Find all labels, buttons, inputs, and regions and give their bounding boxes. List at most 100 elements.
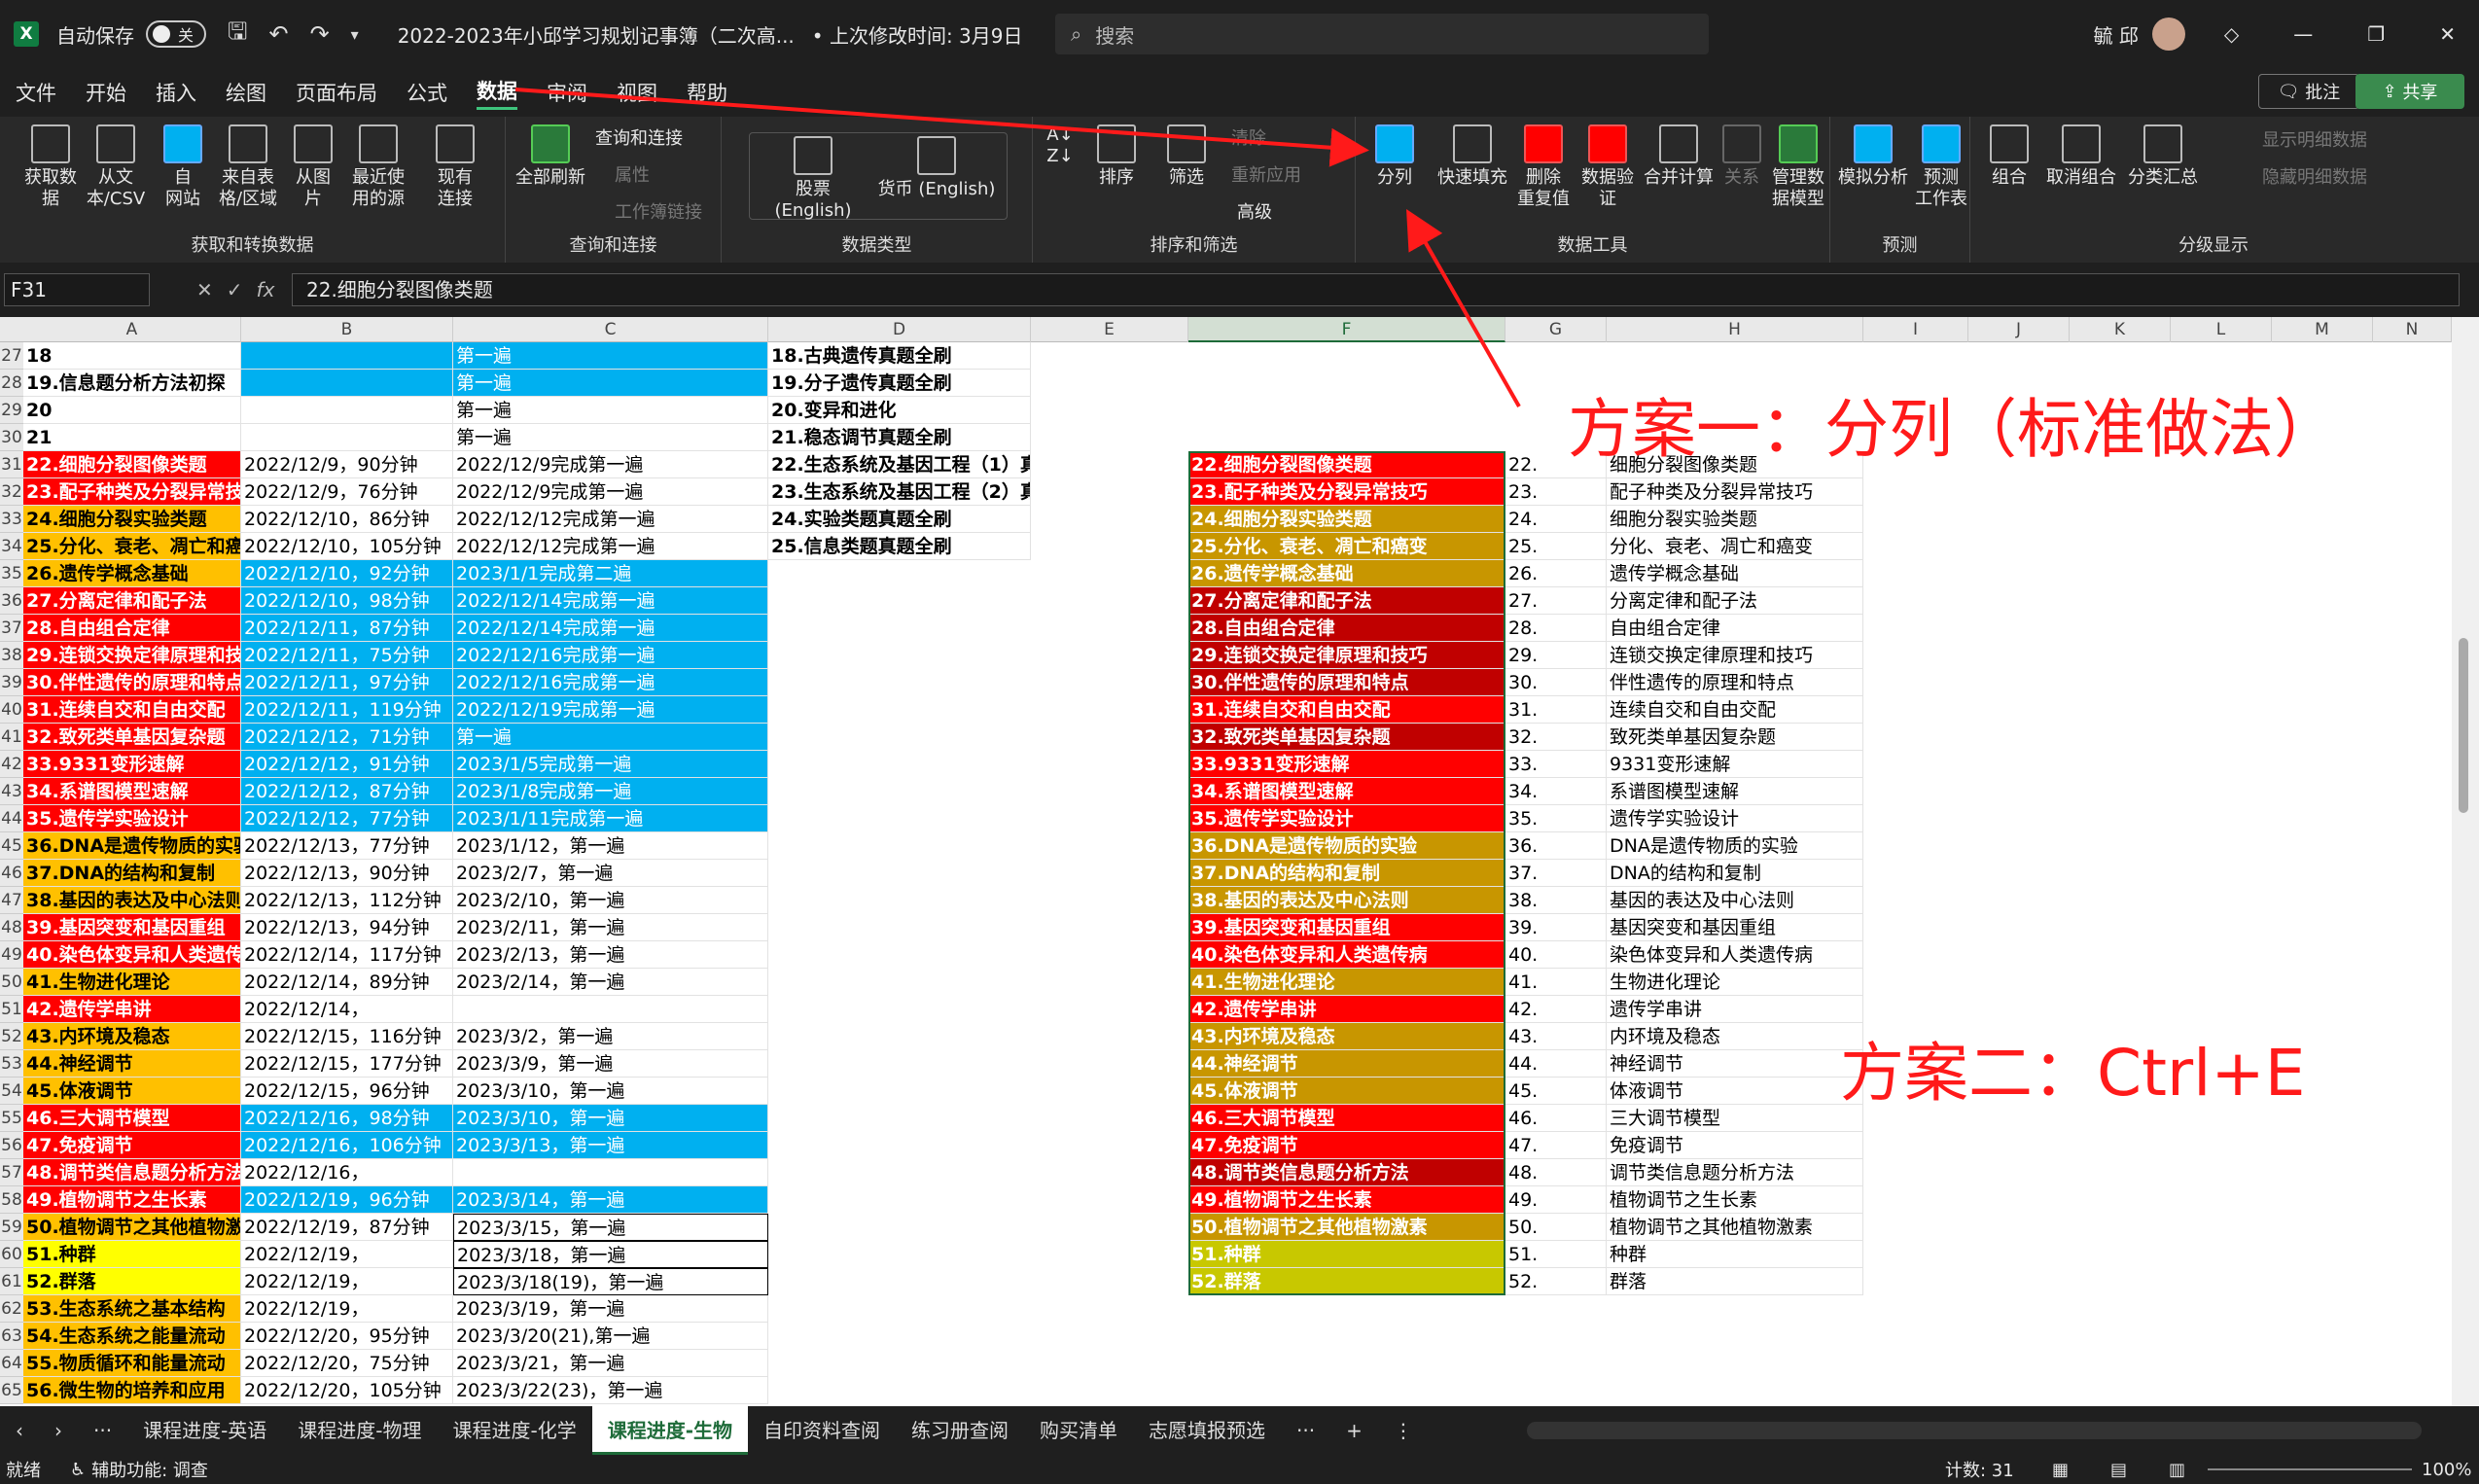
cell-F33[interactable]: 24.细胞分裂实验类题 (1188, 506, 1505, 533)
cell-H42[interactable]: 9331变形速解 (1607, 751, 1863, 778)
cell-G51[interactable]: 42. (1505, 996, 1607, 1023)
row-header[interactable]: 55 (0, 1105, 23, 1132)
row-header[interactable]: 31 (0, 451, 23, 478)
cell-H61[interactable]: 群落 (1607, 1268, 1863, 1295)
text-to-columns-button[interactable]: 分列 (1365, 124, 1424, 189)
column-header-G[interactable]: G (1505, 317, 1607, 342)
row-header[interactable]: 46 (0, 860, 23, 887)
cell-B63[interactable]: 2022/12/20，95分钟 (241, 1323, 453, 1350)
cell-A29[interactable]: 20 (23, 397, 241, 424)
accessibility-icon[interactable]: ♿ (70, 1460, 86, 1480)
filter-button[interactable]: 筛选 (1157, 124, 1216, 189)
workbook-links-button[interactable]: 工作簿链接 (615, 198, 702, 224)
cell-C63[interactable]: 2023/3/20(21),第一遍 (453, 1323, 768, 1350)
column-header-D[interactable]: D (768, 317, 1031, 342)
cell-F35[interactable]: 26.遗传学概念基础 (1188, 560, 1505, 587)
forecast-sheet-button[interactable]: 预测 工作表 (1912, 124, 1970, 210)
cell-G41[interactable]: 32. (1505, 724, 1607, 751)
row-header[interactable]: 29 (0, 397, 23, 424)
row-header[interactable]: 53 (0, 1050, 23, 1078)
cell-C48[interactable]: 2023/2/11，第一遍 (453, 914, 768, 941)
cell-H52[interactable]: 内环境及稳态 (1607, 1023, 1863, 1050)
hide-detail-button[interactable]: 隐藏明细数据 (2262, 163, 2367, 189)
cell-G50[interactable]: 41. (1505, 969, 1607, 996)
cell-C29[interactable]: 第一遍 (453, 397, 768, 424)
cell-A58[interactable]: 49.植物调节之生长素 (23, 1186, 241, 1214)
count-status[interactable]: 计数: 31 (1945, 1457, 2014, 1482)
cell-F31[interactable]: 22.细胞分裂图像类题 (1188, 451, 1505, 478)
cell-D30[interactable]: 21.稳态调节真题全刷 (768, 424, 1031, 451)
cell-C47[interactable]: 2023/2/10，第一遍 (453, 887, 768, 914)
cell-D33[interactable]: 24.实验类题真题全刷 (768, 506, 1031, 533)
normal-view-icon[interactable]: ▦ (2052, 1460, 2069, 1480)
row-header[interactable]: 61 (0, 1268, 23, 1295)
cell-G54[interactable]: 45. (1505, 1078, 1607, 1105)
cell-G44[interactable]: 35. (1505, 805, 1607, 832)
more-tabs-icon[interactable]: ··· (1281, 1406, 1330, 1455)
cell-C27[interactable]: 第一遍 (453, 342, 768, 370)
cell-C34[interactable]: 2022/12/12完成第一遍 (453, 533, 768, 560)
cell-G38[interactable]: 29. (1505, 642, 1607, 669)
cell-H60[interactable]: 种群 (1607, 1241, 1863, 1268)
row-header[interactable]: 60 (0, 1241, 23, 1268)
cell-A47[interactable]: 38.基因的表达及中心法则 (23, 887, 241, 914)
minimize-icon[interactable]: — (2293, 22, 2313, 46)
row-header[interactable]: 39 (0, 669, 23, 696)
avatar[interactable] (2151, 18, 2185, 51)
cell-H59[interactable]: 植物调节之其他植物激素 (1607, 1214, 1863, 1241)
cell-F38[interactable]: 29.连锁交换定律原理和技巧 (1188, 642, 1505, 669)
cell-F46[interactable]: 37.DNA的结构和复制 (1188, 860, 1505, 887)
cell-B51[interactable]: 2022/12/14， (241, 996, 453, 1023)
zoom-level[interactable]: 100% (2422, 1460, 2471, 1480)
menu-8[interactable]: 视图 (617, 78, 657, 107)
cell-H51[interactable]: 遗传学串讲 (1607, 996, 1863, 1023)
clear-filter-button[interactable]: 清除 (1231, 124, 1266, 150)
share-button[interactable]: ⇪ 共享 (2355, 74, 2464, 109)
cell-C54[interactable]: 2023/3/10，第一遍 (453, 1078, 768, 1105)
sort-button[interactable]: 排序 (1087, 124, 1146, 189)
page-layout-icon[interactable]: ▤ (2110, 1460, 2127, 1480)
cell-F54[interactable]: 45.体液调节 (1188, 1078, 1505, 1105)
row-header[interactable]: 38 (0, 642, 23, 669)
row-header[interactable]: 27 (0, 342, 23, 370)
cell-F60[interactable]: 51.种群 (1188, 1241, 1505, 1268)
cell-F55[interactable]: 46.三大调节模型 (1188, 1105, 1505, 1132)
cell-G39[interactable]: 30. (1505, 669, 1607, 696)
row-header[interactable]: 40 (0, 696, 23, 724)
undo-icon[interactable]: ↶ (268, 20, 288, 48)
cell-A28[interactable]: 19.信息题分析方法初探 (23, 370, 241, 397)
existing-connections-button[interactable]: 现有 连接 (428, 124, 482, 210)
cell-H54[interactable]: 体液调节 (1607, 1078, 1863, 1105)
cell-B58[interactable]: 2022/12/19，96分钟 (241, 1186, 453, 1214)
cell-F56[interactable]: 47.免疫调节 (1188, 1132, 1505, 1159)
cell-D31[interactable]: 22.生态系统及基因工程（1）真题全刷 (768, 451, 1031, 478)
subtotal-button[interactable]: 分类汇总 (2124, 124, 2202, 189)
more-sheets-icon[interactable]: ··· (78, 1406, 127, 1455)
spreadsheet-grid[interactable]: ABCDEFGHIJKLMN 27 28 29 30 31 32 33 34 35 36 37 38 3… (0, 317, 2479, 1406)
cell-H38[interactable]: 连锁交换定律原理和技巧 (1607, 642, 1863, 669)
cell-H32[interactable]: 配子种类及分裂异常技巧 (1607, 478, 1863, 506)
cell-C39[interactable]: 2022/12/16完成第一遍 (453, 669, 768, 696)
column-header-C[interactable]: C (453, 317, 768, 342)
row-header[interactable]: 62 (0, 1295, 23, 1323)
cell-B36[interactable]: 2022/12/10，98分钟 (241, 587, 453, 615)
cell-A52[interactable]: 43.内环境及稳态 (23, 1023, 241, 1050)
consolidate-button[interactable]: 合并计算 (1640, 124, 1718, 189)
cell-B57[interactable]: 2022/12/16， (241, 1159, 453, 1186)
column-header-I[interactable]: I (1863, 317, 1968, 342)
cell-B45[interactable]: 2022/12/13，77分钟 (241, 832, 453, 860)
cell-B49[interactable]: 2022/12/14，117分钟 (241, 941, 453, 969)
cell-C52[interactable]: 2023/3/2，第一遍 (453, 1023, 768, 1050)
properties-button[interactable]: 属性 (615, 161, 650, 187)
row-header[interactable]: 57 (0, 1159, 23, 1186)
cell-A27[interactable]: 18 (23, 342, 241, 370)
cell-C56[interactable]: 2023/3/13，第一遍 (453, 1132, 768, 1159)
cell-H37[interactable]: 自由组合定律 (1607, 615, 1863, 642)
cell-H36[interactable]: 分离定律和配子法 (1607, 587, 1863, 615)
cell-G43[interactable]: 34. (1505, 778, 1607, 805)
cell-A46[interactable]: 37.DNA的结构和复制 (23, 860, 241, 887)
redo-icon[interactable]: ↷ (310, 20, 330, 48)
cell-B65[interactable]: 2022/12/20，105分钟 (241, 1377, 453, 1404)
cell-H46[interactable]: DNA的结构和复制 (1607, 860, 1863, 887)
cell-C43[interactable]: 2023/1/8完成第一遍 (453, 778, 768, 805)
